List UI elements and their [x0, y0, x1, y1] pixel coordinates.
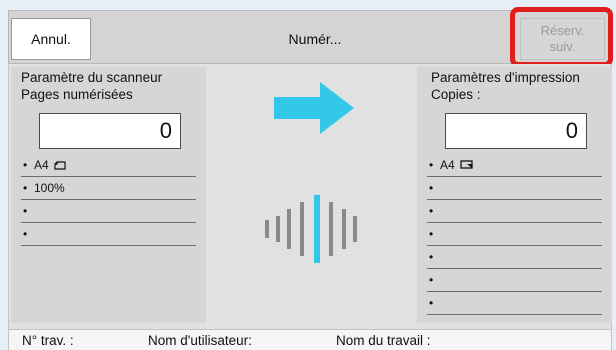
- print-row-5: [427, 246, 602, 269]
- job-name-label: Nom du travail :: [336, 333, 431, 348]
- print-title: Paramètres d'impression: [431, 70, 580, 85]
- scanner-row-size-label: A4: [34, 158, 49, 172]
- job-info-bar: [8, 329, 612, 350]
- output-orientation-icon: [460, 160, 473, 169]
- right-arrow-icon: [274, 82, 354, 134]
- scanned-pages-count: 0: [39, 113, 181, 149]
- scan-activity-icon: [265, 195, 357, 263]
- user-name-label: Nom d'utilisateur:: [148, 333, 252, 348]
- paper-orientation-icon: [54, 161, 66, 170]
- scanner-row-zoom: 100%: [21, 177, 196, 200]
- highlight-frame: [510, 7, 613, 67]
- print-row-size-label: A4: [440, 158, 455, 172]
- scanner-title: Paramètre du scanneur: [21, 70, 163, 85]
- print-panel: Paramètres d'impression Copies : 0 A4: [417, 67, 612, 323]
- scanned-pages-label: Pages numérisées: [21, 87, 133, 102]
- copies-label: Copies :: [431, 87, 481, 102]
- cancel-button[interactable]: Annul.: [11, 18, 91, 60]
- print-row-2: [427, 177, 602, 200]
- scanner-panel: Paramètre du scanneur Pages numérisées 0…: [11, 67, 206, 323]
- scanner-row-zoom-label: 100%: [34, 181, 65, 195]
- job-number-label: N° trav. :: [22, 333, 74, 348]
- print-row-3: [427, 200, 602, 223]
- job-title: Numér...: [288, 31, 342, 47]
- print-row-7: [427, 292, 602, 315]
- print-row-4: [427, 223, 602, 246]
- scanner-row-size: A4: [21, 154, 196, 177]
- copies-count: 0: [445, 113, 587, 149]
- scanner-row-4: [21, 223, 196, 246]
- print-row-size: A4: [427, 154, 602, 177]
- scanner-row-3: [21, 200, 196, 223]
- print-row-6: [427, 269, 602, 292]
